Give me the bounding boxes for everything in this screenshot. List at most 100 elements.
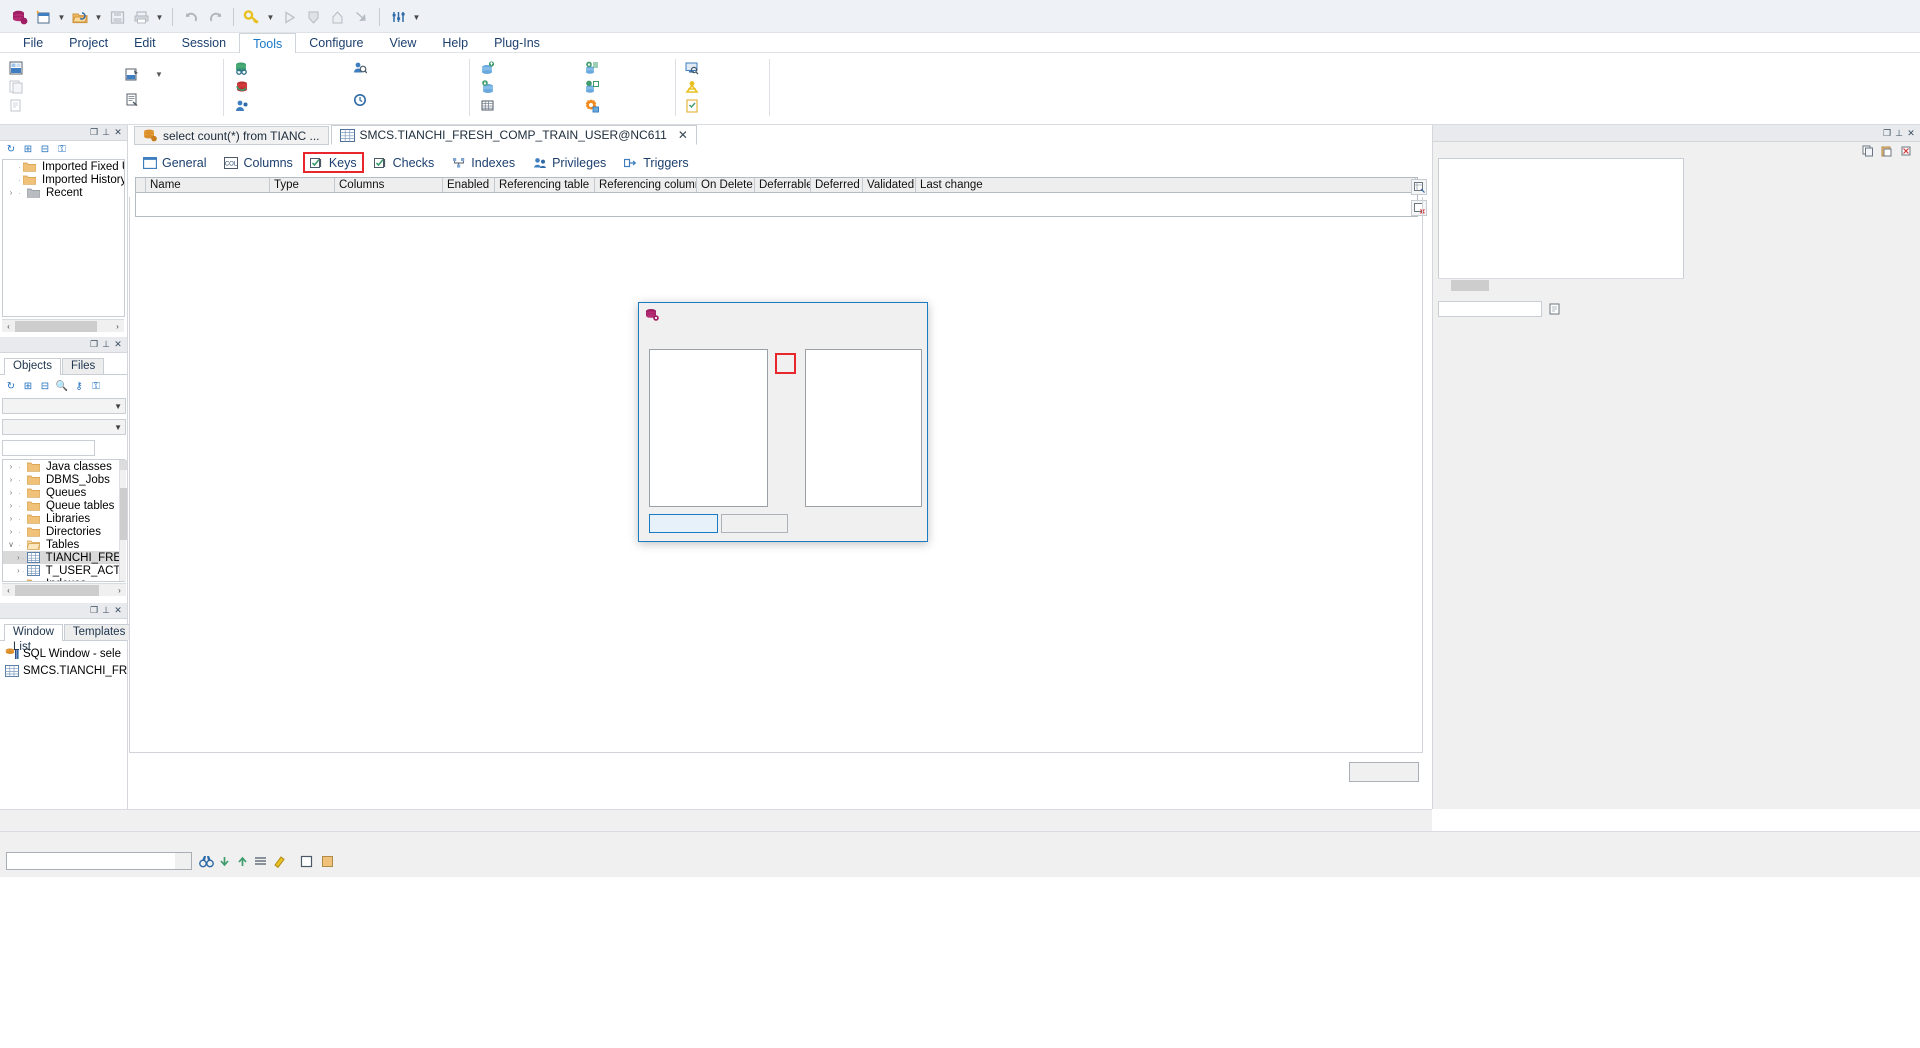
ribbon-cmd-compare-user-objects[interactable] xyxy=(352,58,372,77)
object-tab-columns[interactable]: COL Columns xyxy=(216,152,300,173)
ribbon-cmd-code-assistant[interactable] xyxy=(8,77,28,96)
document-tabs[interactable]: select count(*) from TIANC ... SMCS.TIANC… xyxy=(129,125,1431,145)
maximize-icon[interactable]: ❐ xyxy=(1881,127,1893,139)
expander-icon[interactable]: › xyxy=(6,579,16,581)
menu-item-file[interactable]: File xyxy=(10,33,56,53)
objects-tree-item[interactable]: › · Queue tables xyxy=(3,499,124,512)
ribbon-cmd-explain-plan[interactable] xyxy=(8,58,28,77)
maximize-icon[interactable]: ❐ xyxy=(88,605,100,617)
connections-tree-item[interactable]: · Imported History xyxy=(3,173,124,186)
connections-hscrollbar[interactable]: ‹ › xyxy=(2,319,124,332)
info-circle-icon[interactable] xyxy=(1529,35,1545,51)
ribbon-cmd-sessions[interactable] xyxy=(684,77,704,96)
objects-tree-item[interactable]: › · T_USER_ACTIV xyxy=(3,564,124,577)
list-icon[interactable] xyxy=(252,853,268,869)
ribbon-cmd-event-monitor[interactable] xyxy=(684,58,704,77)
expander-icon[interactable]: ∨ xyxy=(6,540,16,549)
find-icon[interactable]: 🔍 xyxy=(56,380,68,392)
grid-header-cell[interactable]: On Delete xyxy=(697,178,755,192)
object-tab-triggers[interactable]: Triggers xyxy=(616,152,696,173)
refresh-icon[interactable]: ↻ xyxy=(5,380,17,392)
menu-item-tools[interactable]: Tools xyxy=(239,33,297,53)
object-tab-general[interactable]: General xyxy=(135,152,214,173)
menu-item-help[interactable]: Help xyxy=(429,33,481,53)
minimize-button[interactable] xyxy=(1800,4,1830,28)
object-tab-checks[interactable]: Checks xyxy=(366,152,443,173)
close-icon[interactable]: ✕ xyxy=(112,127,124,139)
pin-icon[interactable]: ⊥ xyxy=(100,127,112,139)
scroll-left-icon[interactable] xyxy=(1438,279,1451,292)
objects-tree-item[interactable]: › · DBMS_Jobs xyxy=(3,473,124,486)
move-right-button[interactable] xyxy=(775,353,796,374)
expander-icon[interactable]: › xyxy=(6,462,16,471)
expander-icon[interactable]: › xyxy=(6,475,16,484)
objects-tree-item[interactable]: › · Directories xyxy=(3,525,124,538)
objects-tabstrip[interactable]: Objects Files xyxy=(0,358,127,375)
expander-icon[interactable]: › xyxy=(6,501,16,510)
clipboard-hscrollbar[interactable] xyxy=(1438,278,1684,291)
grid-header-cell[interactable]: Deferrable xyxy=(755,178,811,192)
regex-icon[interactable] xyxy=(392,853,416,869)
menu-item-configure[interactable]: Configure xyxy=(296,33,376,53)
menu-item-edit[interactable]: Edit xyxy=(121,33,169,53)
clipboard-filter-input[interactable] xyxy=(1438,301,1542,317)
scroll-thumb[interactable] xyxy=(15,584,99,596)
expander-icon[interactable]: › xyxy=(6,527,16,536)
tab-close-icon[interactable]: ✕ xyxy=(678,128,688,142)
highlight-icon[interactable] xyxy=(271,853,287,869)
objects-tree-item[interactable]: › · Queues xyxy=(3,486,124,499)
object-tab-keys[interactable]: Keys xyxy=(302,152,364,173)
all-columns-listbox[interactable] xyxy=(649,349,768,507)
ribbon-cmd-import-tables[interactable] xyxy=(480,77,500,96)
refresh-icon[interactable]: ↻ xyxy=(5,143,17,155)
object-tab-privileges[interactable]: Privileges xyxy=(525,152,614,173)
arrow-down-icon[interactable] xyxy=(216,853,232,869)
grid-header-cell[interactable]: Last change xyxy=(916,178,1416,192)
document-tab[interactable]: select count(*) from TIANC ... xyxy=(134,126,329,145)
view-sql-button[interactable] xyxy=(1349,762,1419,782)
pin-icon[interactable]: ⊥ xyxy=(1893,127,1905,139)
scroll-left-icon[interactable]: ‹ xyxy=(2,320,15,333)
close-icon[interactable]: ✕ xyxy=(112,605,124,617)
page-icon[interactable] xyxy=(319,853,335,869)
grid-header-cell[interactable]: Columns xyxy=(335,178,443,192)
expander-icon[interactable]: › xyxy=(17,553,20,562)
objects-tree-item[interactable]: › · Java classes xyxy=(3,460,124,473)
ribbon-cmd-compare-table-data[interactable] xyxy=(480,96,500,115)
dialog-ok-button[interactable] xyxy=(649,514,718,533)
ribbon-cmd-query-builder[interactable]: ▼ xyxy=(124,65,163,84)
new-connection-icon[interactable]: ⚿ xyxy=(56,143,68,155)
connections-tree[interactable]: ·Imported Fixed Users·Imported History›·… xyxy=(2,159,125,317)
ribbon-cmd-dbms-scheduler[interactable] xyxy=(352,90,372,109)
expander-icon[interactable]: › xyxy=(6,188,16,197)
binoculars-icon[interactable] xyxy=(198,853,214,869)
collapse-all-icon[interactable]: ⊟ xyxy=(39,380,51,392)
restore-panel-icon[interactable] xyxy=(1756,4,1780,28)
current-user-select[interactable]: ▼ xyxy=(2,398,126,414)
move-all-left-button[interactable] xyxy=(775,434,796,455)
expander-icon[interactable]: › xyxy=(6,514,16,523)
ribbon-cmd-plsql-beautifier[interactable] xyxy=(124,90,144,109)
scroll-thumb[interactable] xyxy=(1451,279,1489,291)
ribbon-cmd-find-database-objects[interactable] xyxy=(234,58,254,77)
grants-icon[interactable]: ⚿ xyxy=(90,380,102,392)
object-tab-indexes[interactable]: Indexes xyxy=(444,152,523,173)
objects-tree-item[interactable]: ›· Indexes xyxy=(3,577,124,581)
chevron-down-icon[interactable] xyxy=(175,853,191,869)
objects-tree-vscrollbar[interactable] xyxy=(119,460,127,581)
grid-header-cell[interactable]: Referencing columns xyxy=(595,178,697,192)
close-button[interactable] xyxy=(1880,4,1910,28)
objects-tree-item[interactable]: ∨ · Tables xyxy=(3,538,124,551)
objects-tree-item[interactable]: › · TIANCHI_FRES xyxy=(3,551,124,564)
scroll-right-icon[interactable] xyxy=(1671,279,1684,292)
object-filter-select[interactable]: ▼ xyxy=(2,419,126,435)
objects-tree[interactable]: › · Java classes › · DBMS_Jobs › · Queues › · Queue… xyxy=(2,459,125,582)
find-input[interactable] xyxy=(6,852,192,870)
clipboard-filter-options-button[interactable] xyxy=(1546,301,1564,317)
objects-tree-item[interactable]: › · Libraries xyxy=(3,512,124,525)
scroll-left-icon[interactable]: ‹ xyxy=(2,584,15,597)
expander-icon[interactable]: › xyxy=(6,488,16,497)
maximize-button[interactable] xyxy=(1840,4,1870,28)
grid-header-cell[interactable]: Name xyxy=(146,178,270,192)
ribbon-cmd-show-compiler-hints[interactable] xyxy=(8,96,28,115)
